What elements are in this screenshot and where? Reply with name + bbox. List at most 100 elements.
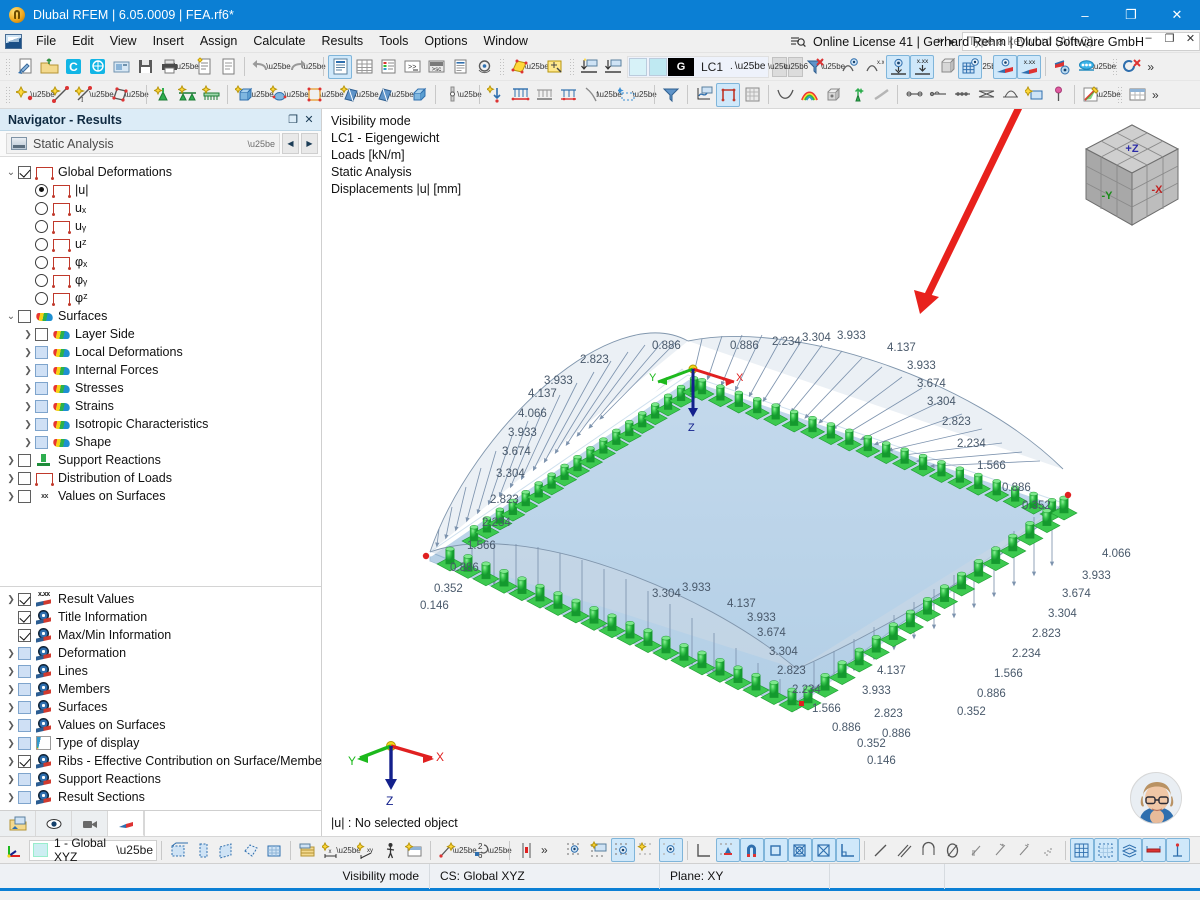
layers-icon[interactable] [1117, 838, 1142, 862]
chevron-right-icon[interactable]: ❯ [4, 756, 18, 767]
solid-load-icon[interactable] [372, 83, 396, 107]
checkbox[interactable] [18, 489, 31, 503]
tree-item-layer-side[interactable]: ❯ Layer Side [0, 325, 321, 343]
member-hinge-dropdown-icon[interactable]: \u25be [457, 83, 481, 107]
free-rect-load-dropdown-icon[interactable]: \u25be [632, 83, 656, 107]
tree-item-[interactable]: φᶻ [0, 289, 321, 307]
member-result-diagram-4-icon[interactable] [974, 83, 998, 107]
chevron-right-icon[interactable]: ❯ [4, 491, 18, 502]
radio-button[interactable] [35, 291, 48, 305]
menu-assign[interactable]: Assign [192, 31, 246, 51]
member-hinge-icon[interactable] [440, 83, 464, 107]
new-surface-icon[interactable] [107, 83, 131, 107]
script-console-icon[interactable]: >sc [424, 55, 448, 79]
navigator-next-button[interactable]: ▶ [301, 133, 318, 154]
chevron-right-icon[interactable]: ❯ [21, 401, 35, 412]
chevron-right-icon[interactable]: ❯ [4, 738, 18, 749]
navigator-close-button[interactable]: ✕ [301, 112, 317, 128]
snap-grid-icon[interactable] [563, 838, 587, 862]
tree-item-shape[interactable]: ❯ Shape [0, 433, 321, 451]
tree-item-internal-forces[interactable]: ❯ Internal Forces [0, 361, 321, 379]
dimension-x-dropdown-icon[interactable]: \u25be [336, 838, 360, 862]
menu-insert[interactable]: Insert [145, 31, 192, 51]
tree-item-distribution-of-loads[interactable]: ❯ Distribution of Loads [0, 469, 321, 487]
tree-item-surfaces[interactable]: ⌄ Surfaces [0, 307, 321, 325]
solid-dropdown-icon[interactable]: \u25be [249, 83, 273, 107]
work-plane-xz-icon[interactable] [190, 838, 214, 862]
support-help-icon[interactable] [472, 55, 496, 79]
report-list-icon[interactable] [448, 55, 472, 79]
deselect-all-icon[interactable] [1120, 55, 1144, 79]
surface-support-icon[interactable] [199, 83, 223, 107]
toolbar-grip[interactable] [568, 56, 575, 77]
guide-parallel-icon[interactable] [893, 838, 917, 862]
edit-surface-icon[interactable] [542, 55, 566, 79]
dimension-xy-icon[interactable]: xy [354, 838, 378, 862]
pin-result-icon[interactable] [1046, 83, 1070, 107]
surface-select-dropdown-icon[interactable]: \u25be [524, 55, 548, 79]
coordinate-system-select[interactable]: 1 - Global XYZ \u25be [29, 836, 157, 864]
tree-item-values-on-surfaces[interactable]: ❯ Values on Surfaces [0, 716, 321, 734]
clear-results-icon[interactable] [803, 55, 827, 79]
checkbox[interactable] [18, 718, 31, 732]
checkbox[interactable] [35, 381, 48, 395]
toolbar2-overflow-icon[interactable]: » [1149, 88, 1162, 102]
measure-icon[interactable] [435, 838, 459, 862]
load-wizard-dropdown-icon[interactable]: \u25be [1092, 55, 1116, 79]
surface-select-icon[interactable] [507, 55, 531, 79]
redo-dropdown-icon[interactable]: \u25be [301, 55, 325, 79]
chevron-right-icon[interactable]: ❯ [21, 437, 35, 448]
guide-snap-1-icon[interactable] [965, 838, 989, 862]
osnap-intersection-icon[interactable] [811, 838, 836, 862]
chevron-down-icon[interactable]: \u25be [247, 139, 275, 149]
checkbox[interactable] [18, 790, 31, 804]
tree-item-local-deformations[interactable]: ❯ Local Deformations [0, 343, 321, 361]
chevron-right-icon[interactable]: ❯ [21, 329, 35, 340]
ruler-icon[interactable] [514, 838, 538, 862]
menu-options[interactable]: Options [416, 31, 475, 51]
section-view-icon[interactable] [1141, 838, 1166, 862]
snap-bottom-icon[interactable] [601, 55, 625, 79]
load-wizard-icon[interactable] [1074, 55, 1098, 79]
analysis-type-select[interactable]: Static Analysis \u25be [6, 133, 280, 154]
show-load-values-icon[interactable]: x.xx [1017, 54, 1042, 79]
chevron-right-icon[interactable]: ❯ [4, 684, 18, 695]
rfem-icon[interactable]: C [61, 55, 85, 79]
checkbox[interactable] [35, 345, 48, 359]
work-plane-custom-icon[interactable] [238, 838, 262, 862]
member-result-diagram-2-icon[interactable] [926, 83, 950, 107]
solid-load-dropdown-icon[interactable]: \u25be [389, 83, 413, 107]
tree-item-surfaces[interactable]: ❯ Surfaces [0, 698, 321, 716]
member-result-diagram-5-icon[interactable] [998, 83, 1022, 107]
navigator-toggle-icon[interactable] [328, 54, 352, 79]
free-load-icon[interactable] [556, 83, 580, 107]
guide-snap-3-icon[interactable] [1013, 838, 1037, 862]
radio-button[interactable] [35, 273, 48, 287]
tree-item-support-reactions[interactable]: ❯ Support Reactions [0, 770, 321, 788]
new-line-icon[interactable] [48, 83, 72, 107]
tree-item-global-deformations[interactable]: ⌄ Global Deformations [0, 163, 321, 181]
chevron-right-icon[interactable]: ❯ [4, 473, 18, 484]
mdi-close-button[interactable]: ✕ [1183, 32, 1198, 45]
radio-button[interactable] [35, 183, 48, 197]
line-support-icon[interactable] [175, 83, 199, 107]
chevron-right-icon[interactable]: ❯ [4, 594, 18, 605]
coordinate-system-icon[interactable] [2, 838, 26, 862]
show-mesh-icon[interactable] [958, 54, 983, 79]
support-avatar[interactable] [1130, 772, 1182, 824]
color-palette-icon[interactable] [1079, 83, 1103, 107]
document-icon[interactable] [216, 55, 240, 79]
tree-item-stresses[interactable]: ❯ Stresses [0, 379, 321, 397]
chevron-right-icon[interactable]: ❯ [4, 702, 18, 713]
result-diagram-icon[interactable] [692, 83, 716, 107]
load-case-dropdown-icon[interactable]: \u25be [735, 61, 766, 72]
window-minimize-button[interactable]: – [1062, 0, 1108, 30]
new-model-icon[interactable] [13, 55, 37, 79]
snap-grid-settings-icon[interactable] [587, 838, 611, 862]
chevron-right-icon[interactable]: ❯ [4, 774, 18, 785]
tree-item-u[interactable]: |u| [0, 181, 321, 199]
checkbox[interactable] [35, 399, 48, 413]
chevron-right-icon[interactable]: ❯ [4, 792, 18, 803]
surface-load-dropdown-icon[interactable]: \u25be [354, 83, 378, 107]
application-menu-icon[interactable] [5, 33, 22, 49]
